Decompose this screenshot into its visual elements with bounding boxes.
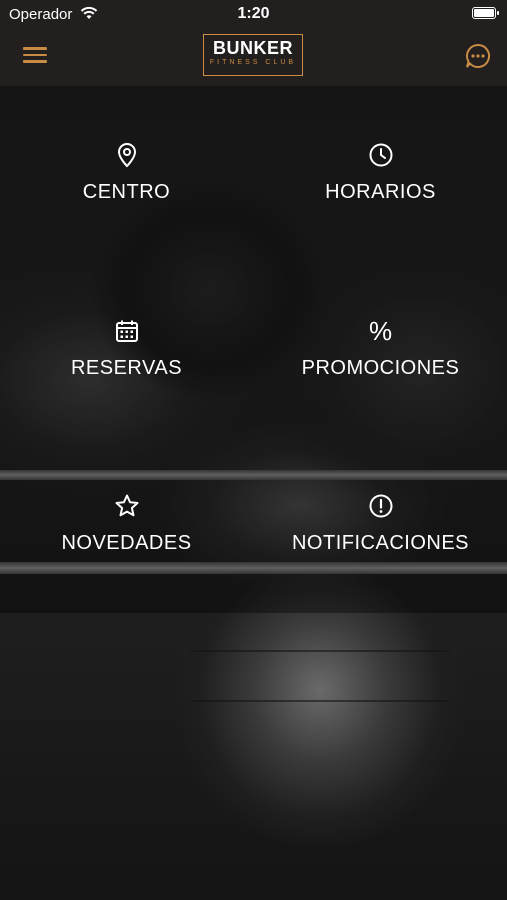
menu-tile-novedades[interactable]: NOVEDADES [0, 437, 253, 612]
exclamation-circle-icon [369, 494, 392, 518]
menu-label: NOVEDADES [61, 532, 192, 554]
menu-tile-reservas[interactable]: RESERVAS [0, 262, 253, 437]
menu-tile-promociones[interactable]: % PROMOCIONES [254, 262, 507, 437]
app-header: BUNKER FITNESS CLUB [0, 28, 507, 86]
photo-detail [190, 700, 450, 702]
status-bar: Operador 1:20 [0, 0, 507, 28]
clock-time: 1:20 [237, 5, 270, 22]
star-icon [115, 494, 138, 517]
bunker-logo: BUNKER FITNESS CLUB [203, 34, 303, 76]
menu-tile-horarios[interactable]: HORARIOS [254, 86, 507, 261]
menu-label: HORARIOS [325, 181, 436, 203]
calendar-icon [115, 320, 138, 342]
menu-tile-notificaciones[interactable]: NOTIFICACIONES [254, 437, 507, 612]
logo-main-text: BUNKER [212, 38, 293, 58]
logo-sub-text: FITNESS CLUB [209, 59, 297, 66]
hamburger-menu-icon[interactable] [23, 47, 47, 67]
percent-icon: % [368, 316, 393, 346]
photo-detail [190, 650, 450, 652]
menu-label: PROMOCIONES [301, 357, 460, 379]
battery-icon [472, 7, 499, 19]
menu-label: CENTRO [82, 181, 171, 203]
menu-label: NOTIFICACIONES [291, 532, 469, 554]
menu-label: RESERVAS [70, 357, 183, 379]
menu-tile-centro[interactable]: CENTRO [0, 86, 253, 261]
clock-icon [369, 143, 392, 167]
location-pin-icon [117, 142, 136, 168]
chat-bubble-icon[interactable] [464, 42, 492, 70]
